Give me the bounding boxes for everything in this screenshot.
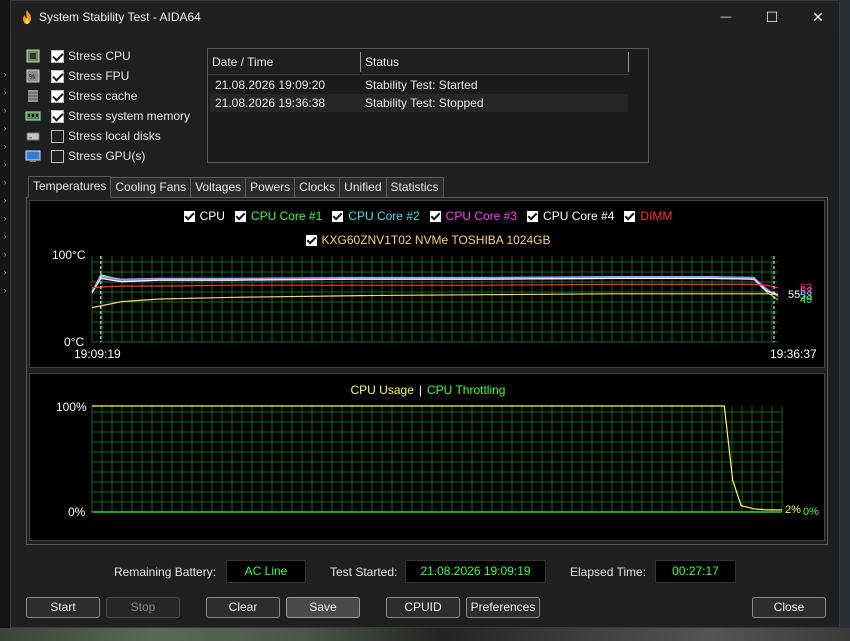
tab-unified[interactable]: Unified <box>340 177 387 198</box>
window-title: System Stability Test - AIDA64 <box>39 10 201 24</box>
tab-temperatures[interactable]: Temperatures <box>28 176 112 198</box>
log-row-2-datetime: 21.08.2026 19:36:38 <box>215 96 326 110</box>
temperature-chart: CPU CPU Core #1 CPU Core #2 CPU Core #3 … <box>29 200 825 368</box>
flame-icon <box>23 10 31 24</box>
desktop-right-strip <box>840 0 850 641</box>
memory-icon <box>25 111 41 121</box>
battery-value: AC Line <box>226 560 306 583</box>
stress-cpu-option[interactable]: Stress CPU <box>25 47 131 65</box>
elapsed-time-value: 00:27:17 <box>655 560 736 583</box>
tab-powers[interactable]: Powers <box>246 177 296 198</box>
stress-gpu-checkbox[interactable] <box>51 149 64 163</box>
test-started-label: Test Started: <box>330 565 398 579</box>
minimize-icon: — <box>720 11 732 23</box>
maximize-icon: ☐ <box>765 8 779 25</box>
chevron-right-icon: › <box>3 87 7 97</box>
stress-fpu-checkbox[interactable] <box>51 69 64 83</box>
column-header-datetime[interactable]: Date / Time <box>208 49 360 75</box>
stress-cpu-checkbox[interactable] <box>51 49 64 63</box>
end-value-label: 49 <box>800 294 812 306</box>
column-header-status[interactable]: Status <box>361 49 629 75</box>
cpu-icon <box>26 49 40 63</box>
series-line-6 <box>91 293 779 309</box>
chevron-right-icon: › <box>3 249 7 259</box>
status-log-table[interactable]: Date / Time Status 21.08.2026 19:09:20 S… <box>207 48 649 163</box>
cpu-usage-chart: CPU Usage | CPU Throttling 100% 0% 2% 0% <box>29 373 825 541</box>
stress-cache-label: Stress cache <box>68 89 138 103</box>
elapsed-time-label: Elapsed Time: <box>570 565 647 579</box>
end-value-label: 0% <box>803 506 819 518</box>
desktop-left-strip: › › › › › › › › › › › › › <box>0 0 10 641</box>
column-divider[interactable] <box>628 52 629 72</box>
clear-button[interactable]: Clear <box>206 597 280 618</box>
test-started-value: 21.08.2026 19:09:19 <box>405 560 546 583</box>
maximize-button[interactable]: ☐ <box>749 1 795 33</box>
stress-cache-checkbox[interactable] <box>51 89 64 103</box>
minimize-button[interactable]: — <box>703 1 749 33</box>
start-button[interactable]: Start <box>26 597 100 618</box>
chevron-right-icon: › <box>3 105 7 115</box>
cpu-usage-plot: 2% 0% <box>91 405 819 518</box>
stress-disks-label: Stress local disks <box>68 129 161 143</box>
log-row-1-datetime: 21.08.2026 19:09:20 <box>215 78 326 92</box>
tab-bar: Temperatures Cooling Fans Voltages Power… <box>28 176 444 198</box>
tab-cooling-fans[interactable]: Cooling Fans <box>111 177 192 198</box>
stress-disks-checkbox[interactable] <box>51 129 64 143</box>
cpuid-button[interactable]: CPUID <box>386 597 460 618</box>
stress-gpu-option[interactable]: Stress GPU(s) <box>25 147 145 165</box>
disk-icon <box>26 132 40 141</box>
gpu-icon <box>25 150 41 162</box>
temperature-plot: 6355 535349 <box>91 256 812 343</box>
stress-cache-option[interactable]: Stress cache <box>25 87 137 105</box>
close-button[interactable]: Close <box>752 597 826 618</box>
log-row-1-status: Stability Test: Started <box>365 78 478 92</box>
chevron-right-icon: › <box>3 123 7 133</box>
series-line-5 <box>91 283 779 289</box>
end-value-label: 2% <box>785 504 801 516</box>
chevron-right-icon: › <box>3 231 7 241</box>
stress-memory-option[interactable]: Stress system memory <box>25 107 190 125</box>
stress-disks-option[interactable]: Stress local disks <box>25 127 161 145</box>
chart-grid <box>91 406 783 513</box>
end-value-label: 55 <box>788 289 800 301</box>
log-row-2-status: Stability Test: Stopped <box>365 96 484 110</box>
stress-memory-checkbox[interactable] <box>51 109 64 123</box>
desktop-wallpaper-strip <box>0 628 850 641</box>
chevron-right-icon: › <box>3 285 7 295</box>
svg-text:%: % <box>29 74 35 81</box>
chevron-right-icon: › <box>3 159 7 169</box>
chevron-right-icon: › <box>3 141 7 151</box>
fpu-icon: % <box>26 69 40 83</box>
stress-memory-label: Stress system memory <box>68 109 191 123</box>
title-bar[interactable]: System Stability Test - AIDA64 — ☐ ✕ <box>11 1 839 33</box>
tab-voltages[interactable]: Voltages <box>191 177 247 198</box>
close-window-button[interactable]: ✕ <box>795 1 841 33</box>
chevron-right-icon: › <box>3 195 7 205</box>
battery-label: Remaining Battery: <box>114 565 217 579</box>
stress-fpu-option[interactable]: % Stress FPU <box>25 67 129 85</box>
stability-test-window: System Stability Test - AIDA64 — ☐ ✕ Str… <box>10 0 840 628</box>
preferences-button[interactable]: Preferences <box>466 597 540 618</box>
chevron-right-icon: › <box>3 177 7 187</box>
stop-button[interactable]: Stop <box>106 597 180 618</box>
tab-clocks[interactable]: Clocks <box>295 177 341 198</box>
chevron-right-icon: › <box>3 267 7 277</box>
chevron-right-icon: › <box>3 213 7 223</box>
cache-icon <box>28 90 38 102</box>
stress-gpu-label: Stress GPU(s) <box>68 149 146 163</box>
close-icon: ✕ <box>812 8 824 25</box>
tab-statistics[interactable]: Statistics <box>386 177 444 198</box>
save-button[interactable]: Save <box>286 597 360 618</box>
stress-cpu-label: Stress CPU <box>68 49 131 63</box>
chevron-right-icon: › <box>3 69 7 79</box>
stress-fpu-label: Stress FPU <box>68 69 130 83</box>
chart-grid <box>91 256 778 343</box>
